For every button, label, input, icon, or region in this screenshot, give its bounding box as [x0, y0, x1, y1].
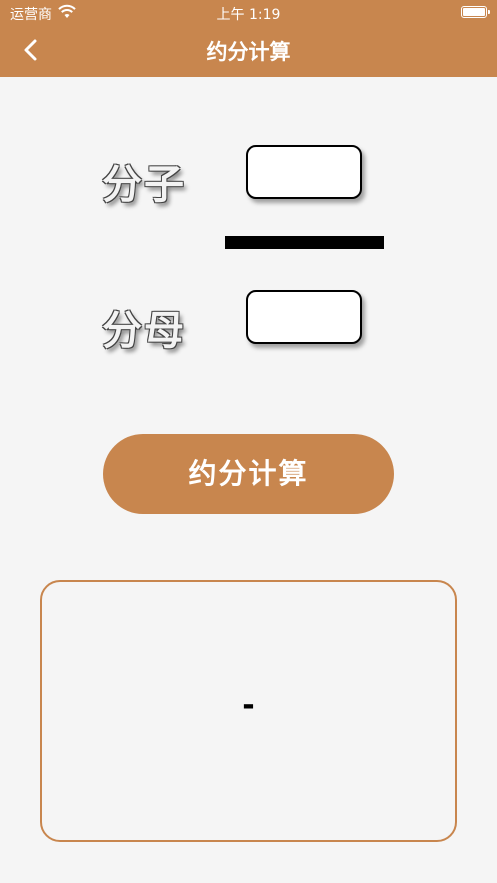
- result-text: -: [242, 688, 255, 723]
- status-bar: 运营商 上午 1:19: [0, 0, 497, 26]
- fraction-bar: [225, 236, 384, 249]
- result-panel: -: [40, 580, 457, 842]
- denominator-input[interactable]: [246, 290, 362, 344]
- denominator-label: 分母: [102, 308, 186, 354]
- page-title: 约分计算: [206, 40, 291, 64]
- numerator-input[interactable]: [246, 145, 362, 199]
- battery-icon: [461, 6, 490, 18]
- top-bar: 运营商 上午 1:19 约分计算: [0, 0, 497, 77]
- clock: 上午 1:19: [216, 7, 281, 23]
- calculate-button[interactable]: 约分计算: [103, 434, 394, 514]
- navigation-bar: 约分计算: [0, 26, 497, 77]
- numerator-label: 分子: [102, 162, 186, 208]
